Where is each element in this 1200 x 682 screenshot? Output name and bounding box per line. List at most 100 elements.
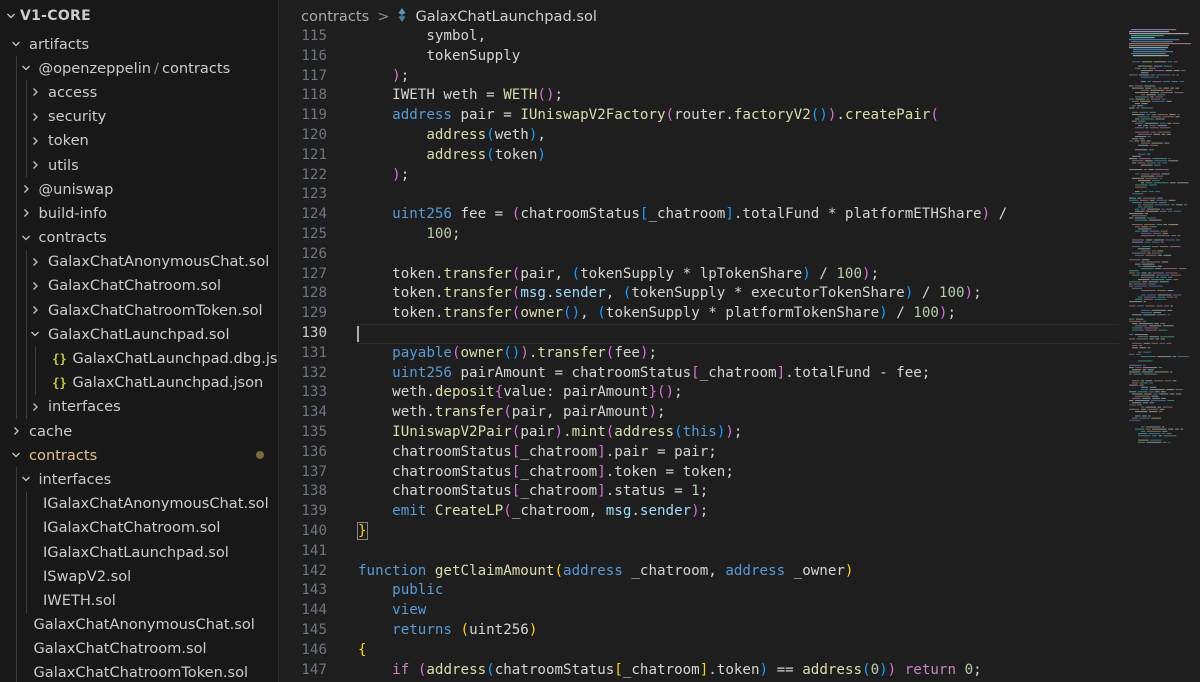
- tree-folder-item[interactable]: interfaces: [0, 467, 278, 492]
- chevron-right-icon[interactable]: [27, 80, 43, 104]
- code-line[interactable]: 146 {: [279, 641, 1119, 661]
- tree-file-item[interactable]: {} GalaxChatLaunchpad.dbg.json: [0, 346, 278, 371]
- code-line[interactable]: 126: [279, 245, 1119, 265]
- minimap-line: [1144, 122, 1159, 124]
- code-line[interactable]: 130: [279, 323, 1119, 344]
- code-line[interactable]: 129 token.transfer(owner(), (tokenSupply…: [279, 304, 1119, 324]
- code-token: (): [537, 87, 555, 104]
- code-line[interactable]: 143 public: [279, 581, 1119, 601]
- code-line[interactable]: 117 );: [279, 67, 1119, 87]
- code-content: if (address(chatroomStatus[_chatroom].to…: [358, 661, 981, 681]
- chevron-down-icon[interactable]: [18, 56, 34, 80]
- tree-folder-item[interactable]: artifacts: [0, 32, 278, 56]
- code-line[interactable]: 120 address(weth),: [279, 126, 1119, 146]
- minimap-line: [1141, 406, 1145, 408]
- code-text-area[interactable]: 115 symbol, 116 tokenSupply 117 ); 118 IWET…: [279, 27, 1119, 682]
- code-token: .pair = pair;: [605, 443, 717, 460]
- tree-folder-item[interactable]: cache: [0, 419, 278, 443]
- tree-file-item[interactable]: IGalaxChatAnonymousChat.sol: [0, 491, 278, 516]
- vertical-scrollbar[interactable]: [1194, 27, 1200, 682]
- tree-folder-item[interactable]: GalaxChatChatroomToken.sol: [0, 298, 278, 323]
- tree-folder-item[interactable]: @uniswap: [0, 177, 278, 202]
- tree-file-item[interactable]: GalaxChatChatroomToken.sol: [0, 660, 278, 682]
- code-line[interactable]: 139 emit CreateLP(_chatroom, msg.sender)…: [279, 502, 1119, 522]
- explorer-root-header[interactable]: V1-CORE: [0, 0, 278, 32]
- code-token: .: [631, 503, 640, 520]
- chevron-right-icon[interactable]: [8, 419, 24, 443]
- chevron-right-icon[interactable]: [27, 129, 43, 153]
- code-token: function: [358, 562, 427, 579]
- tree-folder-item[interactable]: interfaces: [0, 394, 278, 419]
- minimap-line: [1176, 204, 1183, 206]
- code-line[interactable]: 123: [279, 185, 1119, 205]
- tree-folder-item[interactable]: build-info: [0, 201, 278, 226]
- code-line[interactable]: 132 uint256 pairAmount = chatroomStatus[…: [279, 364, 1119, 384]
- code-line[interactable]: 144 view: [279, 601, 1119, 621]
- tree-folder-item[interactable]: utils: [0, 152, 278, 178]
- tree-folder-item[interactable]: access: [0, 80, 278, 105]
- tree-folder-item[interactable]: contracts: [0, 443, 278, 467]
- code-line[interactable]: 136 chatroomStatus[_chatroom].pair = pai…: [279, 443, 1119, 463]
- tree-file-item[interactable]: {} GalaxChatLaunchpad.json: [0, 370, 278, 395]
- chevron-right-icon[interactable]: [27, 153, 43, 177]
- code-line[interactable]: 147 if (address(chatroomStatus[_chatroom…: [279, 661, 1119, 681]
- minimap-line: [1138, 248, 1151, 250]
- code-line[interactable]: 119 address pair = IUniswapV2Factory(rou…: [279, 106, 1119, 126]
- tree-file-item[interactable]: IGalaxChatChatroom.sol: [0, 515, 278, 540]
- code-line[interactable]: 142 function getClaimAmount(address _chat…: [279, 562, 1119, 582]
- breadcrumb-folder[interactable]: contracts: [301, 8, 369, 25]
- tree-item-label: @openzeppelin: [38, 59, 152, 77]
- chevron-down-icon[interactable]: [8, 443, 24, 467]
- code-line[interactable]: 135 IUniswapV2Pair(pair).mint(address(th…: [279, 423, 1119, 443]
- code-line[interactable]: 134 weth.transfer(pair, pairAmount);: [279, 403, 1119, 423]
- breadcrumb-file[interactable]: GalaxChatLaunchpad.sol: [415, 8, 597, 25]
- tree-file-item[interactable]: GalaxChatAnonymousChat.sol: [0, 612, 278, 637]
- tree-file-item[interactable]: IGalaxChatLaunchpad.sol: [0, 539, 278, 565]
- code-token: transfer: [443, 305, 512, 322]
- code-line[interactable]: 125 100;: [279, 225, 1119, 245]
- code-line[interactable]: 121 address(token): [279, 146, 1119, 166]
- indent-guide: [16, 491, 17, 516]
- tree-file-item[interactable]: GalaxChatChatroom.sol: [0, 636, 278, 661]
- code-line[interactable]: 118 IWETH weth = WETH();: [279, 86, 1119, 106]
- chevron-down-icon[interactable]: [18, 467, 34, 491]
- code-line[interactable]: 131 payable(owner()).transfer(fee);: [279, 344, 1119, 364]
- tree-folder-item[interactable]: GalaxChatChatroom.sol: [0, 273, 278, 299]
- code-line[interactable]: 116 tokenSupply: [279, 47, 1119, 67]
- code-line[interactable]: 141: [279, 542, 1119, 562]
- code-line[interactable]: 145 returns (uint256): [279, 621, 1119, 641]
- code-line[interactable]: 128 token.transfer(msg.sender, (tokenSup…: [279, 284, 1119, 304]
- minimap-line: [1168, 160, 1179, 162]
- chevron-right-icon[interactable]: [27, 298, 43, 322]
- tree-folder-item[interactable]: contracts: [0, 225, 278, 250]
- chevron-down-icon[interactable]: [8, 32, 24, 56]
- chevron-right-icon[interactable]: [27, 105, 43, 129]
- tree-folder-item[interactable]: GalaxChatAnonymousChat.sol: [0, 249, 278, 274]
- chevron-right-icon[interactable]: [18, 177, 34, 201]
- minimap-line: [1149, 184, 1157, 186]
- tree-folder-item[interactable]: security: [0, 104, 278, 129]
- code-line[interactable]: 138 chatroomStatus[_chatroom].status = 1…: [279, 482, 1119, 502]
- chevron-right-icon[interactable]: [27, 250, 43, 274]
- chevron-right-icon[interactable]: [27, 395, 43, 419]
- code-line[interactable]: 115 symbol,: [279, 27, 1119, 47]
- code-line[interactable]: 122 );: [279, 166, 1119, 186]
- chevron-right-icon[interactable]: [18, 201, 34, 225]
- chevron-down-icon[interactable]: [27, 322, 43, 346]
- code-token: ): [648, 404, 657, 421]
- tree-folder-item[interactable]: GalaxChatLaunchpad.sol: [0, 322, 278, 347]
- tree-folder-item[interactable]: token: [0, 128, 278, 153]
- minimap[interactable]: [1127, 27, 1200, 682]
- tree-file-item[interactable]: ISwapV2.sol: [0, 564, 278, 589]
- minimap-line: [1167, 314, 1171, 316]
- tree-folder-item[interactable]: @openzeppelin / contracts: [0, 56, 278, 81]
- tree-file-item[interactable]: IWETH.sol: [0, 588, 278, 613]
- code-line[interactable]: 137 chatroomStatus[_chatroom].token = to…: [279, 463, 1119, 483]
- chevron-down-icon[interactable]: [18, 226, 34, 250]
- chevron-right-icon[interactable]: [27, 274, 43, 298]
- code-line[interactable]: 127 token.transfer(pair, (tokenSupply * …: [279, 265, 1119, 285]
- code-line[interactable]: 140}: [279, 521, 1119, 542]
- code-line[interactable]: 133 weth.deposit{value: pairAmount}();: [279, 383, 1119, 403]
- code-line[interactable]: 124 uint256 fee = (chatroomStatus[_chatr…: [279, 205, 1119, 225]
- minimap-line: [1135, 395, 1150, 397]
